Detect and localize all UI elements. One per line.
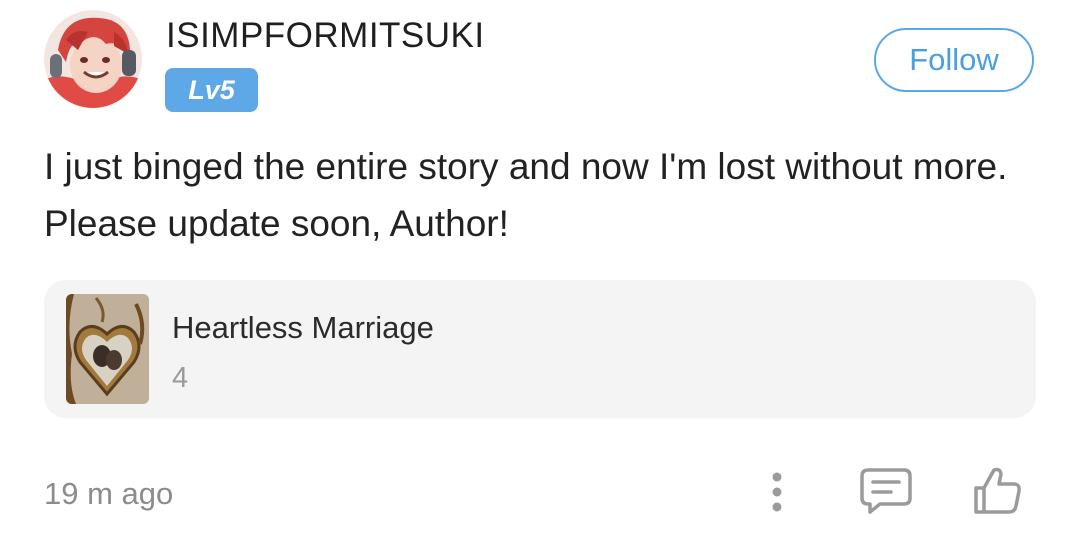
- user-avatar[interactable]: [44, 10, 142, 108]
- avatar-illustration: [44, 10, 142, 108]
- book-title: Heartless Marriage: [172, 310, 434, 345]
- follow-button[interactable]: Follow: [874, 28, 1034, 92]
- book-card[interactable]: Heartless Marriage 4: [44, 280, 1036, 418]
- comment-timestamp: 19 m ago: [44, 476, 174, 511]
- comment-item: ISIMPFORMITSUKI Lv5 Follow I just binged…: [0, 0, 1080, 536]
- level-badge: Lv5: [165, 68, 258, 112]
- book-count: 4: [172, 362, 189, 394]
- book-cover-image: [66, 294, 149, 404]
- username[interactable]: ISIMPFORMITSUKI: [166, 14, 485, 58]
- thumbs-up-icon[interactable]: [970, 464, 1024, 518]
- comment-text: I just binged the entire story and now I…: [44, 146, 1008, 244]
- comment-icon[interactable]: [858, 466, 914, 516]
- locket-image: [66, 294, 149, 404]
- more-vertical-icon[interactable]: [760, 468, 794, 516]
